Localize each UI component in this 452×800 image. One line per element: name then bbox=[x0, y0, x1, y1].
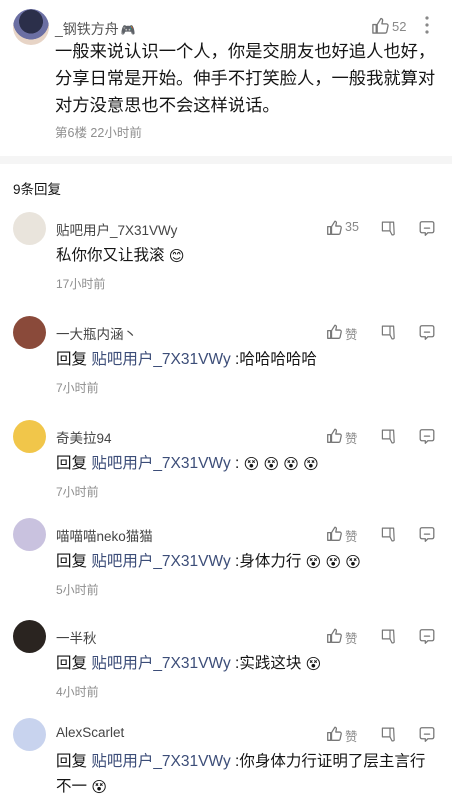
reply-like-count: 赞 bbox=[345, 730, 358, 744]
reply-time: 5小时前 bbox=[56, 583, 99, 597]
thumbs-down-icon[interactable] bbox=[380, 324, 396, 341]
reply-username[interactable]: 喵喵喵neko猫猫 bbox=[56, 525, 153, 545]
thumbs-up-icon[interactable] bbox=[326, 323, 343, 340]
reply-username[interactable]: 一大瓶内涵丶 bbox=[56, 323, 137, 343]
reply-avatar[interactable] bbox=[13, 212, 46, 245]
reply-emojis: 😵 😵 😵 😵 bbox=[243, 456, 319, 473]
reply-text: 回复 贴吧用户_7X31VWy :哈哈哈哈哈 bbox=[56, 347, 436, 372]
reply-time: 4小时前 bbox=[56, 685, 99, 699]
reply-username[interactable]: 奇美拉94 bbox=[56, 427, 112, 447]
reply-text: 回复 贴吧用户_7X31VWy :你身体力行证明了层主言行不一 😵 bbox=[56, 749, 436, 800]
reply-body: :身体力行 bbox=[230, 553, 302, 570]
reply-mention[interactable]: 贴吧用户_7X31VWy bbox=[91, 455, 230, 472]
reply-emojis: 😊 bbox=[168, 248, 185, 265]
reply-comment-icon[interactable] bbox=[418, 324, 436, 341]
reply-comment-icon[interactable] bbox=[418, 726, 436, 743]
post-meta: 第6楼 22小时前 bbox=[55, 126, 142, 140]
reply-body: :实践这块 bbox=[230, 655, 302, 672]
reply-text: 私你你又让我滚 😊 bbox=[56, 243, 436, 269]
reply-emojis: 😵 bbox=[91, 779, 107, 796]
reply-like-count: 35 bbox=[345, 220, 359, 234]
thumbs-down-icon[interactable] bbox=[380, 526, 396, 543]
reply-avatar[interactable] bbox=[13, 718, 46, 751]
post-text: 一般来说认识一个人，你是交朋友也好追人也好，分享日常是开始。伸手不打笑脸人，一般… bbox=[55, 41, 436, 115]
author-name[interactable]: _钢铁方舟 🎮 bbox=[55, 19, 136, 39]
author-name-text: _钢铁方舟 bbox=[55, 21, 119, 37]
reply-item: 一大瓶内涵丶 赞 回复 贴吧用户_7X31VWy :哈哈哈哈哈 7小时前 bbox=[0, 316, 452, 420]
reply-avatar[interactable] bbox=[13, 620, 46, 653]
author-avatar[interactable] bbox=[13, 9, 49, 45]
reply-item: 喵喵喵neko猫猫 赞 回复 贴吧用户_7X31VWy :身体力行 😵 😵 😵 … bbox=[0, 518, 452, 622]
reply-time: 17小时前 bbox=[56, 277, 106, 291]
reply-avatar[interactable] bbox=[13, 420, 46, 453]
reply-username[interactable]: 贴吧用户_7X31VWy bbox=[56, 219, 177, 239]
thumbs-up-icon[interactable] bbox=[326, 525, 343, 542]
thumbs-down-icon[interactable] bbox=[380, 628, 396, 645]
reply-mention[interactable]: 贴吧用户_7X31VWy bbox=[91, 753, 230, 770]
reply-comment-icon[interactable] bbox=[418, 220, 436, 237]
reply-item: 贴吧用户_7X31VWy 35 私你你又让我滚 😊 17小时前 bbox=[0, 212, 452, 316]
reply-text: 回复 贴吧用户_7X31VWy :身体力行 😵 😵 😵 bbox=[56, 549, 436, 575]
reply-mention[interactable]: 贴吧用户_7X31VWy bbox=[91, 553, 230, 570]
reply-time: 7小时前 bbox=[56, 381, 99, 395]
reply-prefix: 回复 bbox=[56, 455, 92, 472]
reply-comment-icon[interactable] bbox=[418, 628, 436, 645]
more-icon[interactable] bbox=[425, 15, 429, 35]
reply-prefix: 回复 bbox=[56, 753, 92, 770]
replies-count-title: 9条回复 bbox=[13, 182, 62, 197]
thumbs-up-icon[interactable] bbox=[326, 219, 343, 236]
reply-body: 私你你又让我滚 bbox=[56, 247, 165, 264]
thumbs-up-icon[interactable] bbox=[326, 725, 343, 742]
reply-comment-icon[interactable] bbox=[418, 428, 436, 445]
reply-prefix: 回复 bbox=[56, 655, 92, 672]
thumbs-down-icon[interactable] bbox=[380, 726, 396, 743]
section-divider bbox=[0, 156, 452, 164]
reply-emojis: 😵 bbox=[305, 656, 322, 673]
reply-text: 回复 贴吧用户_7X31VWy : 😵 😵 😵 😵 bbox=[56, 451, 436, 477]
reply-item: 一半秋 赞 回复 贴吧用户_7X31VWy :实践这块 😵 4小时前 bbox=[0, 620, 452, 724]
reply-like-count: 赞 bbox=[345, 530, 358, 544]
reply-body: : bbox=[230, 455, 240, 472]
reply-time: 7小时前 bbox=[56, 485, 99, 499]
like-count: 52 bbox=[392, 19, 407, 34]
reply-like-count: 赞 bbox=[345, 632, 358, 646]
reply-username[interactable]: AlexScarlet bbox=[56, 725, 124, 740]
reply-like-count: 赞 bbox=[345, 328, 358, 342]
thumbs-down-icon[interactable] bbox=[380, 428, 396, 445]
reply-avatar[interactable] bbox=[13, 316, 46, 349]
reply-emojis: 😵 😵 😵 bbox=[305, 554, 361, 571]
reply-item: 奇美拉94 赞 回复 贴吧用户_7X31VWy : 😵 😵 😵 😵 7小时前 bbox=[0, 420, 452, 524]
thumbs-up-icon[interactable] bbox=[326, 627, 343, 644]
reply-like-count: 赞 bbox=[345, 432, 358, 446]
reply-username[interactable]: 一半秋 bbox=[56, 627, 97, 647]
main-post: _钢铁方舟 🎮 52 一般来说认识一个人，你是交朋友也好追人也好，分享日常是开始。… bbox=[0, 0, 452, 156]
reply-mention[interactable]: 贴吧用户_7X31VWy bbox=[91, 351, 230, 368]
reply-comment-icon[interactable] bbox=[418, 526, 436, 543]
thumbs-up-icon[interactable] bbox=[371, 16, 390, 35]
reply-body: :哈哈哈哈哈 bbox=[230, 351, 317, 368]
reply-prefix: 回复 bbox=[56, 351, 92, 368]
reply-mention[interactable]: 贴吧用户_7X31VWy bbox=[91, 655, 230, 672]
reply-text: 回复 贴吧用户_7X31VWy :实践这块 😵 bbox=[56, 651, 436, 677]
author-badge: 🎮 bbox=[120, 23, 136, 37]
reply-prefix: 回复 bbox=[56, 553, 92, 570]
reply-item: AlexScarlet 赞 回复 贴吧用户_7X31VWy :你身体力行证明了层… bbox=[0, 718, 452, 800]
thumbs-up-icon[interactable] bbox=[326, 427, 343, 444]
thumbs-down-icon[interactable] bbox=[380, 220, 396, 237]
reply-avatar[interactable] bbox=[13, 518, 46, 551]
